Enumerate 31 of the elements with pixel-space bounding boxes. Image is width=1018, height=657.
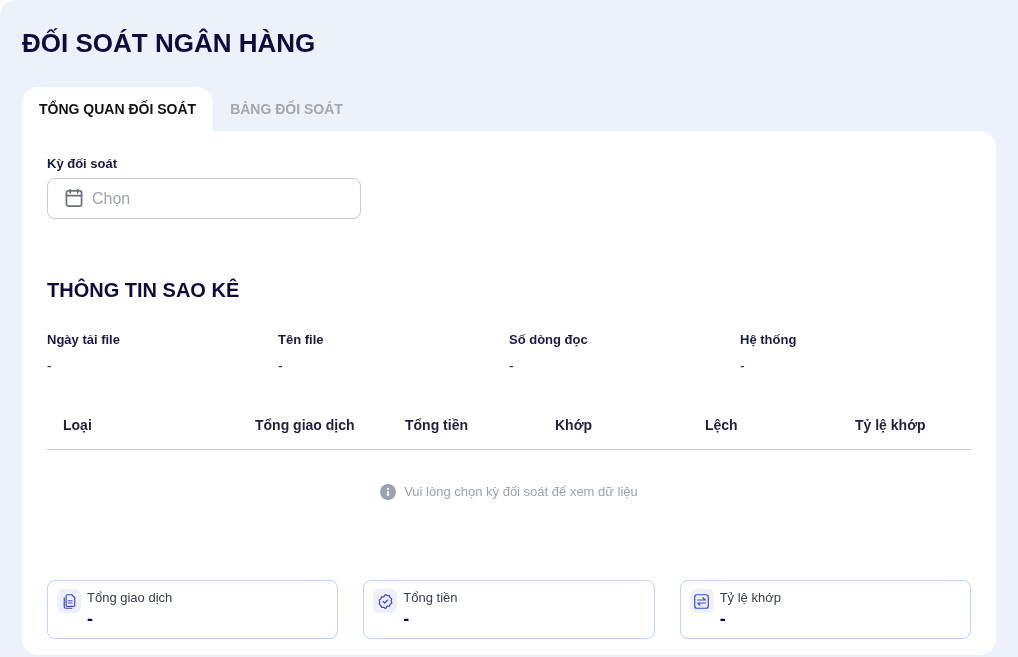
column-header: Tỷ lệ khớp bbox=[855, 417, 926, 433]
field-label: Kỳ đối soát bbox=[47, 156, 118, 172]
calendar-icon bbox=[65, 189, 83, 207]
section-heading: THÔNG TIN SAO KÊ bbox=[47, 278, 240, 302]
badge-check-icon bbox=[373, 589, 398, 613]
page-title: ĐỐI SOÁT NGÂN HÀNG bbox=[22, 28, 316, 58]
info-value: - bbox=[509, 357, 514, 375]
info-value: - bbox=[278, 357, 283, 375]
info-label: Số dòng đọc bbox=[509, 332, 588, 348]
info-icon bbox=[380, 484, 397, 500]
card-value: - bbox=[719, 608, 726, 630]
card-label: Tỷ lệ khớp bbox=[719, 590, 781, 606]
card-label: Tổng tiền bbox=[403, 590, 458, 606]
column-header: Tổng giao dịch bbox=[255, 417, 355, 433]
documents-icon bbox=[57, 589, 81, 613]
card-value: - bbox=[87, 608, 93, 630]
card-value: - bbox=[403, 608, 410, 630]
column-header: Tổng tiền bbox=[405, 417, 468, 433]
column-header: Loại bbox=[63, 417, 92, 433]
info-label: Ngày tải file bbox=[47, 332, 120, 348]
column-header: Lệch bbox=[705, 417, 738, 433]
card-label: Tổng giao dịch bbox=[87, 590, 173, 606]
info-label: Hệ thống bbox=[740, 332, 797, 348]
info-value: - bbox=[47, 357, 52, 375]
info-label: Tên file bbox=[278, 332, 324, 348]
tab[interactable]: TỔNG QUAN ĐỐI SOÁT bbox=[22, 87, 214, 131]
column-header: Khớp bbox=[555, 417, 593, 433]
date-field[interactable]: Chọn bbox=[47, 178, 361, 219]
info-value: - bbox=[740, 357, 745, 375]
swap-arrows-icon bbox=[689, 589, 714, 613]
empty-state-message: Vui lòng chọn kỳ đối soát để xem dữ liệu bbox=[404, 483, 638, 501]
